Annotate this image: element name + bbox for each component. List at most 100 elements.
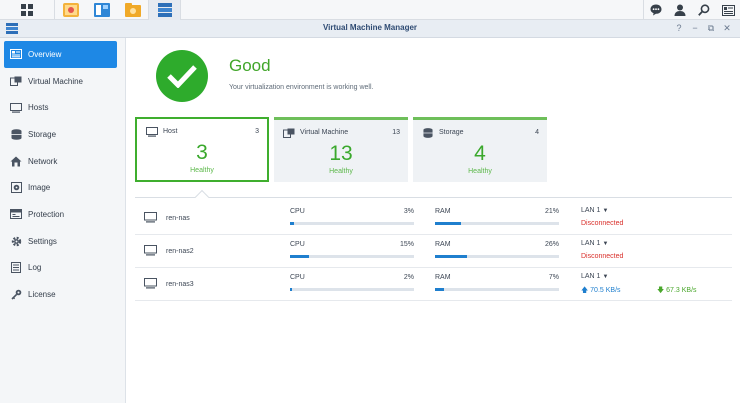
card-count: 3 <box>255 128 259 135</box>
search-button[interactable] <box>692 0 716 20</box>
sidebar-item-label: Log <box>28 263 42 273</box>
photo-app-icon <box>62 2 79 17</box>
usage-bar <box>290 255 414 258</box>
card-health: Healthy <box>190 167 214 174</box>
virtual-machine-icon <box>283 128 295 138</box>
window-titlebar[interactable]: Virtual Machine Manager ? − ⧉ ✕ <box>0 20 740 38</box>
user-button[interactable] <box>668 0 692 20</box>
metric-value: 21% <box>544 208 559 215</box>
sidebar-item-protection[interactable]: Protection <box>4 201 117 228</box>
sidebar-item-overview[interactable]: Overview <box>4 41 117 68</box>
metric-label: CPU <box>290 241 305 248</box>
card-health: Healthy <box>329 168 353 175</box>
sidebar-item-storage[interactable]: Storage <box>4 121 117 148</box>
sidebar-item-label: License <box>28 290 56 300</box>
main-menu-button[interactable] <box>0 0 54 20</box>
taskbar-app-photo[interactable] <box>55 0 86 20</box>
caret-down-icon: ▼ <box>602 274 609 280</box>
sidebar-item-settings[interactable]: Settings <box>4 228 117 255</box>
user-icon <box>674 4 686 16</box>
usage-bar-fill <box>435 222 462 225</box>
card-virtual-machine[interactable]: Virtual Machine 13 13 Healthy <box>274 117 408 182</box>
widgets-button[interactable] <box>716 0 740 20</box>
sidebar-item-label: Image <box>28 183 51 193</box>
card-count: 13 <box>392 129 400 136</box>
sidebar-item-label: Network <box>28 156 58 166</box>
search-icon <box>698 4 710 16</box>
metric-label: CPU <box>290 208 305 215</box>
card-name: Storage <box>439 129 464 136</box>
lan-dropdown[interactable]: LAN 1 ▼ <box>581 273 608 280</box>
usage-bar <box>290 288 414 291</box>
grid-menu-icon <box>21 3 33 16</box>
usage-bar <box>435 255 559 258</box>
sidebar-item-virtual-machine[interactable]: Virtual Machine <box>4 68 117 95</box>
status-title: Good <box>229 56 271 75</box>
log-icon <box>11 262 21 274</box>
lan-label: LAN 1 <box>581 240 601 247</box>
sidebar-item-label: Settings <box>28 236 57 246</box>
metric-label: RAM <box>435 241 451 248</box>
sidebar-item-label: Virtual Machine <box>28 76 83 86</box>
usage-bar-fill <box>435 255 468 258</box>
usage-bar-fill <box>435 288 444 291</box>
sidebar-item-label: Overview <box>28 49 62 59</box>
usage-bar-fill <box>290 288 293 291</box>
house-network-icon <box>10 156 22 167</box>
taskbar-separator <box>180 0 181 20</box>
host-row[interactable]: ren-nas CPU 3% RAM 21% LAN 1 ▼ Disconnect… <box>135 202 732 235</box>
metric-value: 7% <box>548 274 559 281</box>
desktop: Virtual Machine Manager ? − ⧉ ✕ Overview… <box>0 0 740 403</box>
card-value: 3 <box>196 141 208 164</box>
file-station-app-icon <box>124 2 141 17</box>
maximize-icon[interactable]: ⧉ <box>706 22 716 35</box>
taskbar-tray <box>643 0 740 20</box>
sidebar-item-log[interactable]: Log <box>4 255 117 282</box>
host-row[interactable]: ren-nas2 CPU 15% RAM 26% LAN 1 ▼ Disconne… <box>135 235 732 268</box>
virtual-machine-icon <box>10 76 22 87</box>
section-divider <box>135 197 732 198</box>
lan-dropdown[interactable]: LAN 1 ▼ <box>581 240 608 247</box>
card-value: 13 <box>329 142 353 165</box>
key-icon <box>10 289 21 300</box>
metric-label: RAM <box>435 274 451 281</box>
sidebar-item-network[interactable]: Network <box>4 148 117 175</box>
taskbar-app-folder[interactable] <box>117 0 148 20</box>
metric-value: 2% <box>403 274 414 281</box>
taskbar-app-panel[interactable] <box>86 0 117 20</box>
taskbar-app-vmm[interactable] <box>149 0 180 20</box>
taskbar <box>0 0 740 20</box>
protection-icon <box>10 209 22 220</box>
minimize-icon[interactable]: − <box>690 22 700 35</box>
lan-label: LAN 1 <box>581 207 601 214</box>
sidebar-item-hosts[interactable]: Hosts <box>4 94 117 121</box>
metric-label: RAM <box>435 208 451 215</box>
upload-value: 70.5 KB/s <box>590 287 621 294</box>
notifications-button[interactable] <box>644 0 668 20</box>
download-value: 67.3 KB/s <box>666 287 697 294</box>
lan-status: Disconnected <box>581 253 624 260</box>
monitor-icon <box>144 278 157 289</box>
usage-bar-fill <box>290 222 294 225</box>
window-controls: ? − ⧉ ✕ <box>674 22 732 35</box>
upload-rate: 🡅 70.5 KB/s <box>581 286 621 297</box>
help-icon[interactable]: ? <box>674 22 684 35</box>
card-value: 4 <box>474 142 486 165</box>
chat-bubble-icon <box>650 4 662 16</box>
card-count: 4 <box>535 129 539 136</box>
control-panel-app-icon <box>93 2 110 17</box>
gear-icon <box>11 236 21 246</box>
usage-bar <box>435 288 559 291</box>
card-host[interactable]: Host 3 3 Healthy <box>135 117 269 182</box>
metric-value: 26% <box>544 241 559 248</box>
sidebar-item-license[interactable]: License <box>4 281 117 308</box>
download-arrow-icon: 🡇 <box>657 287 667 294</box>
host-name: ren-nas <box>166 215 190 222</box>
sidebar-item-label: Protection <box>28 209 65 219</box>
lan-dropdown[interactable]: LAN 1 ▼ <box>581 207 608 214</box>
image-disc-icon <box>10 182 22 194</box>
sidebar-item-image[interactable]: Image <box>4 174 117 201</box>
close-icon[interactable]: ✕ <box>722 22 732 35</box>
host-row[interactable]: ren-nas3 CPU 2% RAM 7% LAN 1 ▼ 🡅 70.5 KB/… <box>135 268 732 301</box>
card-storage[interactable]: Storage 4 4 Healthy <box>413 117 547 182</box>
